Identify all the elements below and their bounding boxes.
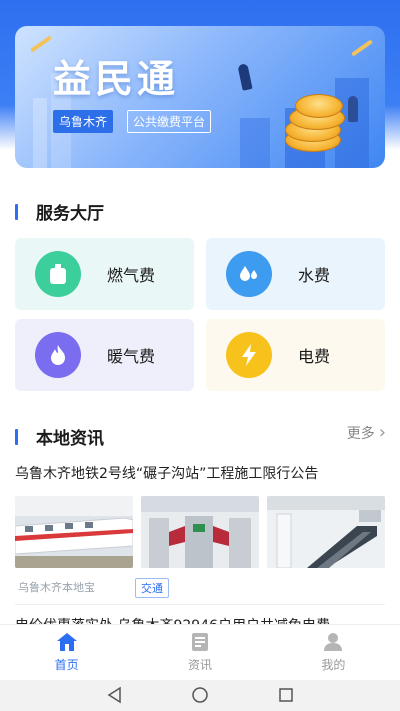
tile-water-fee[interactable]: 水费	[206, 238, 385, 310]
news-icon	[191, 633, 208, 651]
tile-label: 电费	[298, 347, 331, 366]
service-hall-header: 服务大厅	[15, 199, 104, 224]
bottom-tab-bar: 首页 资讯 我的	[0, 624, 400, 680]
water-drops-icon	[226, 251, 272, 297]
recents-icon[interactable]	[277, 686, 295, 704]
lightning-icon	[226, 332, 272, 378]
news-item-title[interactable]: 乌鲁木齐地铁2号线“碾子沟站”工程施工限行公告	[15, 463, 387, 483]
chevron-right-icon: ›	[378, 422, 386, 443]
tab-label: 我的	[321, 658, 346, 672]
tile-label: 燃气费	[107, 266, 156, 285]
home-icon	[56, 633, 77, 651]
news-photo-metro-train[interactable]	[15, 496, 133, 568]
banner-building	[33, 98, 47, 168]
section-marker	[15, 428, 18, 445]
flame-icon	[35, 332, 81, 378]
tab-label: 首页	[54, 658, 79, 672]
person-illustration	[348, 96, 358, 122]
banner-building	[240, 118, 270, 168]
tile-label: 暖气费	[107, 347, 156, 366]
more-news-link[interactable]: 更多 ›	[347, 422, 386, 443]
tab-mine[interactable]: 我的	[267, 625, 400, 680]
tab-home[interactable]: 首页	[0, 625, 133, 680]
news-source: 乌鲁木齐本地宝	[18, 581, 95, 594]
tile-heating-fee[interactable]: 暖气费	[15, 319, 194, 391]
promo-banner[interactable]: 益民通 乌鲁木齐 公共缴费平台	[15, 26, 385, 168]
news-divider	[15, 604, 385, 605]
tile-gas-fee[interactable]: 燃气费	[15, 238, 194, 310]
banner-subtitle: 公共缴费平台	[127, 110, 212, 133]
gas-canister-icon	[35, 251, 81, 297]
tile-label: 水费	[298, 266, 331, 285]
tile-electricity-fee[interactable]: 电费	[206, 319, 385, 391]
local-news-header: 本地资讯	[15, 424, 104, 449]
local-news-title: 本地资讯	[36, 429, 104, 449]
service-hall-title: 服务大厅	[36, 204, 104, 224]
tab-news[interactable]: 资讯	[133, 625, 266, 680]
back-icon[interactable]	[106, 686, 124, 704]
banner-sparkle	[351, 39, 373, 57]
news-photo-fare-gates[interactable]	[141, 496, 259, 568]
news-category-tag: 交通	[135, 578, 169, 598]
more-label: 更多	[346, 425, 375, 442]
tab-label: 资讯	[187, 658, 212, 672]
user-icon	[324, 633, 343, 651]
system-navigation-bar	[0, 680, 400, 711]
news-photo-station-escalator[interactable]	[267, 496, 385, 568]
home-button-icon[interactable]	[191, 686, 209, 704]
city-badge: 乌鲁木齐	[53, 110, 114, 133]
section-marker	[15, 203, 18, 220]
banner-title: 益民通	[53, 56, 180, 101]
person-illustration	[237, 63, 253, 91]
banner-sparkle	[30, 35, 52, 53]
